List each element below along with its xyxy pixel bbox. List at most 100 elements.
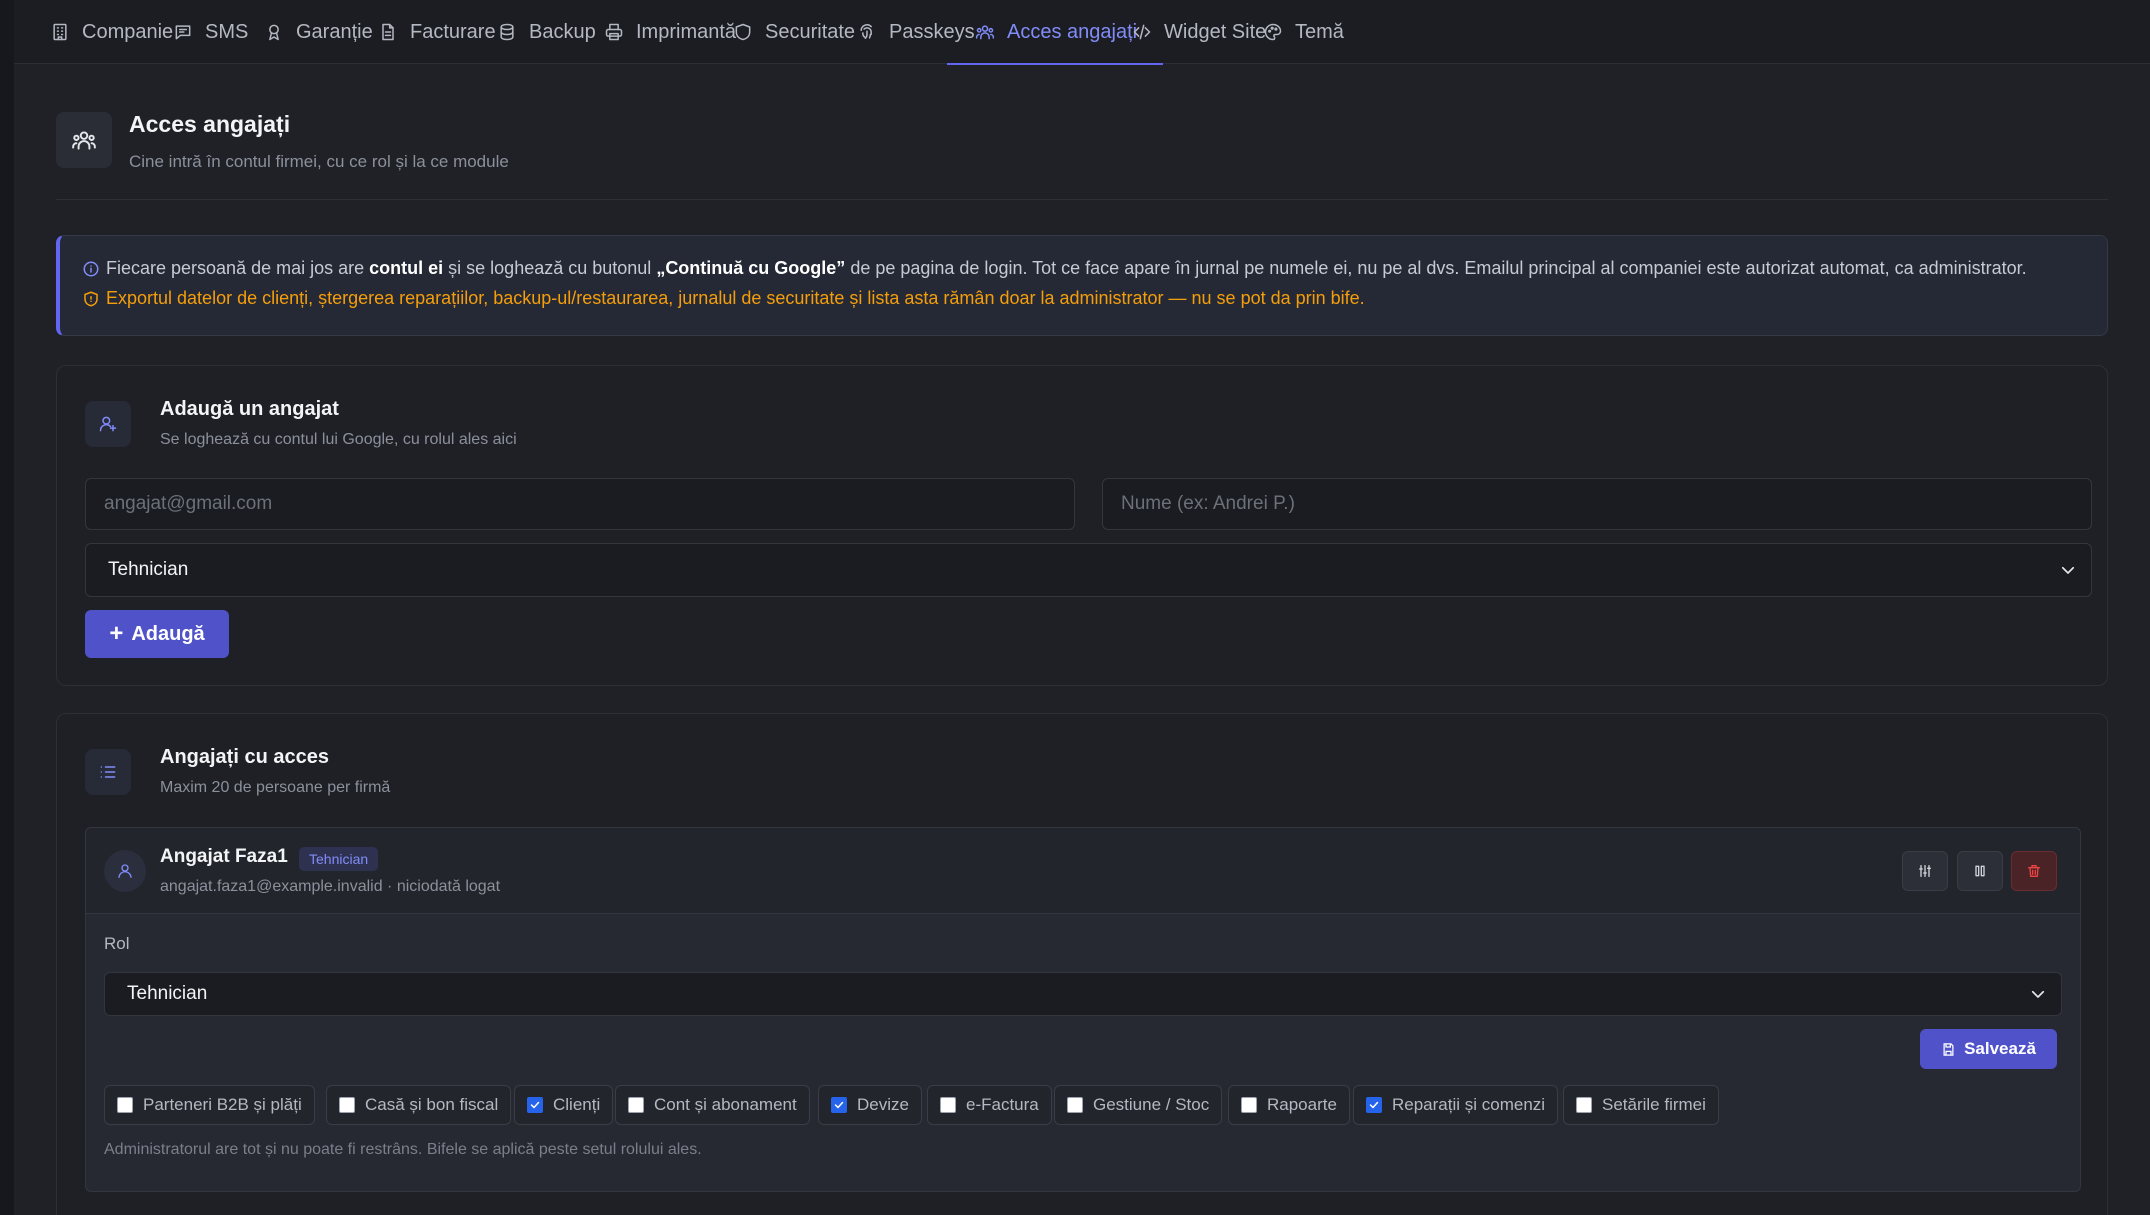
plus-icon: + xyxy=(109,620,124,647)
tab-companie[interactable]: Companie xyxy=(50,0,173,64)
employees-subtitle: Maxim 20 de persoane per firmă xyxy=(160,779,391,796)
perm-label: e-Factura xyxy=(966,1095,1039,1114)
shield-alert-icon xyxy=(84,291,98,306)
sliders-icon xyxy=(1919,865,1931,877)
employee-role-value: Tehnician xyxy=(127,983,208,1004)
avatar xyxy=(104,850,146,892)
checkbox[interactable] xyxy=(831,1097,847,1113)
user-icon xyxy=(118,864,132,878)
tab-securitate[interactable]: Securitate xyxy=(733,0,855,64)
tab-label: SMS xyxy=(205,20,249,43)
perm-label: Cont și abonament xyxy=(654,1095,797,1114)
add-employee-subtitle: Se loghează cu contul lui Google, cu rol… xyxy=(160,431,517,448)
checkbox[interactable] xyxy=(940,1097,956,1113)
employee-header: Angajat Faza1 Tehnician angajat.faza1@ex… xyxy=(86,828,2080,914)
perm-label: Parteneri B2B și plăți xyxy=(143,1095,302,1114)
perm-setari[interactable]: Setările firmei xyxy=(1563,1085,1719,1125)
add-button[interactable]: + Adaugă xyxy=(85,610,229,658)
checkbox[interactable] xyxy=(339,1097,355,1113)
perm-casa[interactable]: Casă și bon fiscal xyxy=(326,1085,512,1125)
warning-line: Exportul datelor de clienți, ștergerea r… xyxy=(82,288,1365,309)
checkbox[interactable] xyxy=(1241,1097,1257,1113)
tab-imprimanta[interactable]: Imprimantă xyxy=(604,0,736,64)
delete-button[interactable] xyxy=(2011,851,2057,891)
database-icon xyxy=(500,23,514,41)
code-icon xyxy=(1133,24,1151,40)
page-title: Acces angajați xyxy=(129,111,291,137)
chevron-down-icon xyxy=(2061,566,2075,574)
perm-label: Casă și bon fiscal xyxy=(365,1095,499,1114)
tab-label: Backup xyxy=(529,20,596,43)
employees-card: Angajați cu acces Maxim 20 de persoane p… xyxy=(56,713,2108,1215)
file-icon xyxy=(382,23,394,41)
employee-item: Angajat Faza1 Tehnician angajat.faza1@ex… xyxy=(85,827,2081,1192)
checkbox[interactable] xyxy=(1576,1097,1592,1113)
list-icon-box xyxy=(85,749,131,795)
tab-backup[interactable]: Backup xyxy=(497,0,596,64)
tab-label: Passkeys xyxy=(889,20,975,43)
name-input[interactable] xyxy=(1102,478,2092,530)
save-button-label: Salvează xyxy=(1964,1039,2036,1058)
checkbox[interactable] xyxy=(527,1097,543,1113)
perm-label: Setările firmei xyxy=(1602,1095,1706,1114)
list-icon xyxy=(100,766,116,778)
tab-label: Garanție xyxy=(296,20,373,43)
perm-parteneri[interactable]: Parteneri B2B și plăți xyxy=(104,1085,315,1125)
check-icon xyxy=(1369,1101,1379,1109)
checkbox[interactable] xyxy=(117,1097,133,1113)
perm-devize[interactable]: Devize xyxy=(818,1085,922,1125)
tab-widget-site[interactable]: Widget Site xyxy=(1132,0,1266,64)
tab-label: Facturare xyxy=(410,20,496,43)
tab-label: Imprimantă xyxy=(636,20,737,43)
active-tab-indicator xyxy=(947,63,1164,65)
perm-clienti[interactable]: Clienți xyxy=(514,1085,614,1125)
perm-gestiune[interactable]: Gestiune / Stoc xyxy=(1054,1085,1223,1125)
perm-efactura[interactable]: e-Factura xyxy=(927,1085,1052,1125)
tab-sms[interactable]: SMS xyxy=(173,0,248,64)
email-input[interactable] xyxy=(85,478,1075,530)
tab-label: Companie xyxy=(82,20,174,43)
divider xyxy=(56,199,2108,200)
tab-passkeys[interactable]: Passkeys xyxy=(857,0,975,64)
checkbox[interactable] xyxy=(628,1097,644,1113)
perm-reparatii[interactable]: Reparații și comenzi xyxy=(1353,1085,1559,1125)
perm-label: Gestiune / Stoc xyxy=(1093,1095,1210,1114)
info-icon xyxy=(83,261,99,276)
checkbox[interactable] xyxy=(1067,1097,1083,1113)
chevron-down-icon xyxy=(2031,990,2045,998)
perm-label: Reparații și comenzi xyxy=(1392,1095,1546,1114)
save-icon xyxy=(1943,1042,1954,1056)
message-icon xyxy=(175,25,191,40)
add-employee-card: Adaugă un angajat Se loghează cu contul … xyxy=(56,365,2108,686)
role-select-value: Tehnician xyxy=(108,559,189,580)
permissions-button[interactable] xyxy=(1902,851,1948,891)
pause-button[interactable] xyxy=(1957,851,2003,891)
page-header-icon xyxy=(56,112,112,168)
tab-tema[interactable]: Temă xyxy=(1263,0,1344,64)
perm-label: Devize xyxy=(857,1095,909,1114)
users-icon xyxy=(72,131,96,150)
tab-label: Temă xyxy=(1295,20,1344,43)
perm-rapoarte[interactable]: Rapoarte xyxy=(1228,1085,1350,1125)
perm-cont[interactable]: Cont și abonament xyxy=(615,1085,810,1125)
employee-email: angajat.faza1@example.invalid · niciodat… xyxy=(160,878,501,895)
role-badge: Tehnician xyxy=(299,847,379,871)
role-label: Rol xyxy=(104,934,130,953)
save-button[interactable]: Salvează xyxy=(1920,1029,2057,1069)
tab-facturare[interactable]: Facturare xyxy=(378,0,496,64)
warning-text: Exportul datelor de clienți, ștergerea r… xyxy=(106,288,1365,308)
tab-acces-angajati[interactable]: Acces angajați xyxy=(947,0,1164,65)
check-icon xyxy=(530,1101,540,1109)
perm-label: Clienți xyxy=(553,1095,601,1114)
employee-name: Angajat Faza1 xyxy=(160,846,288,867)
shield-icon xyxy=(735,23,751,41)
fingerprint-icon xyxy=(860,24,872,39)
checkbox[interactable] xyxy=(1366,1097,1382,1113)
role-select[interactable]: Tehnician xyxy=(85,543,2092,597)
employee-role-select[interactable]: Tehnician xyxy=(104,972,2062,1016)
permissions-note: Administratorul are tot și nu poate fi r… xyxy=(104,1141,702,1158)
users-icon xyxy=(975,25,995,40)
add-user-icon-box xyxy=(85,401,131,447)
trash-icon xyxy=(2028,865,2040,877)
tab-garantie[interactable]: Garanție xyxy=(264,0,373,64)
